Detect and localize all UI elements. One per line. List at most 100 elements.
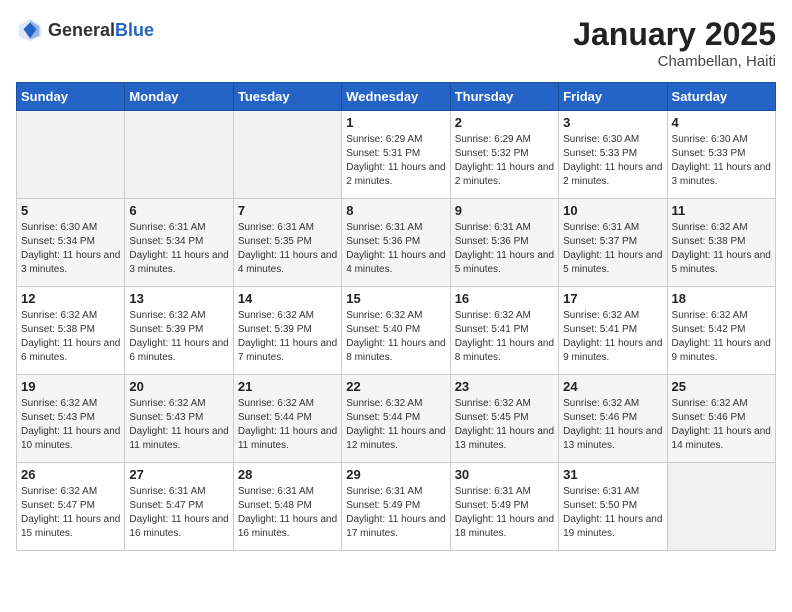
calendar-day-cell: 12 Sunrise: 6:32 AM Sunset: 5:38 PM Dayli… xyxy=(17,287,125,375)
calendar-day-cell: 3 Sunrise: 6:30 AM Sunset: 5:33 PM Daylig… xyxy=(559,111,667,199)
day-number: 7 xyxy=(238,203,337,218)
day-info: Sunrise: 6:32 AM Sunset: 5:44 PM Dayligh… xyxy=(346,397,445,453)
day-number: 11 xyxy=(672,203,771,218)
location-subtitle: Chambellan, Haiti xyxy=(573,53,776,70)
calendar-week-row: 26Sunrise: 6:32 AM Sunset: 5:47 PM Dayli… xyxy=(17,463,776,551)
day-number: 28 xyxy=(238,467,337,482)
day-info: Sunrise: 6:30 AM Sunset: 5:34 PM Dayligh… xyxy=(21,221,120,277)
calendar-day-cell: 9Sunrise: 6:31 AM Sunset: 5:36 PM Daylig… xyxy=(450,199,558,287)
calendar-day-cell: 2 Sunrise: 6:29 AM Sunset: 5:32 PM Daylig… xyxy=(450,111,558,199)
day-number: 4 xyxy=(672,115,771,130)
day-number: 23 xyxy=(455,379,554,394)
day-info: Sunrise: 6:32 AM Sunset: 5:42 PM Dayligh… xyxy=(672,309,771,365)
day-info: Sunrise: 6:31 AM Sunset: 5:50 PM Dayligh… xyxy=(563,485,662,541)
weekday-header: Sunday xyxy=(17,83,125,111)
calendar-day-cell: 31 Sunrise: 6:31 AM Sunset: 5:50 PM Dayli… xyxy=(559,463,667,551)
calendar-day-cell: 6 Sunrise: 6:31 AM Sunset: 5:34 PM Daylig… xyxy=(125,199,233,287)
day-info: Sunrise: 6:32 AM Sunset: 5:39 PM Dayligh… xyxy=(238,309,337,365)
day-info: Sunrise: 6:32 AM Sunset: 5:41 PM Dayligh… xyxy=(563,309,662,365)
logo-text: GeneralBlue xyxy=(48,20,154,41)
day-info: Sunrise: 6:30 AM Sunset: 5:33 PM Dayligh… xyxy=(672,133,771,189)
day-number: 26 xyxy=(21,467,120,482)
day-number: 30 xyxy=(455,467,554,482)
calendar-day-cell: 20 Sunrise: 6:32 AM Sunset: 5:43 PM Dayli… xyxy=(125,375,233,463)
calendar-day-cell: 29 Sunrise: 6:31 AM Sunset: 5:49 PM Dayli… xyxy=(342,463,450,551)
day-number: 25 xyxy=(672,379,771,394)
day-info: Sunrise: 6:32 AM Sunset: 5:40 PM Dayligh… xyxy=(346,309,445,365)
calendar-day-cell: 11 Sunrise: 6:32 AM Sunset: 5:38 PM Dayli… xyxy=(667,199,775,287)
day-info: Sunrise: 6:32 AM Sunset: 5:39 PM Dayligh… xyxy=(129,309,228,365)
calendar-day-cell xyxy=(233,111,341,199)
calendar-day-cell: 7 Sunrise: 6:31 AM Sunset: 5:35 PM Daylig… xyxy=(233,199,341,287)
day-info: Sunrise: 6:30 AM Sunset: 5:33 PM Dayligh… xyxy=(563,133,662,189)
day-info: Sunrise: 6:32 AM Sunset: 5:38 PM Dayligh… xyxy=(672,221,771,277)
day-number: 24 xyxy=(563,379,662,394)
day-number: 31 xyxy=(563,467,662,482)
logo-icon xyxy=(16,16,44,44)
calendar-day-cell: 17Sunrise: 6:32 AM Sunset: 5:41 PM Dayli… xyxy=(559,287,667,375)
day-info: Sunrise: 6:32 AM Sunset: 5:43 PM Dayligh… xyxy=(129,397,228,453)
day-info: Sunrise: 6:32 AM Sunset: 5:41 PM Dayligh… xyxy=(455,309,554,365)
day-info: Sunrise: 6:31 AM Sunset: 5:47 PM Dayligh… xyxy=(129,485,228,541)
day-info: Sunrise: 6:29 AM Sunset: 5:32 PM Dayligh… xyxy=(455,133,554,189)
weekday-header: Friday xyxy=(559,83,667,111)
day-info: Sunrise: 6:32 AM Sunset: 5:45 PM Dayligh… xyxy=(455,397,554,453)
day-number: 27 xyxy=(129,467,228,482)
calendar-day-cell xyxy=(17,111,125,199)
day-info: Sunrise: 6:31 AM Sunset: 5:37 PM Dayligh… xyxy=(563,221,662,277)
calendar-week-row: 19Sunrise: 6:32 AM Sunset: 5:43 PM Dayli… xyxy=(17,375,776,463)
calendar-day-cell xyxy=(125,111,233,199)
weekday-header: Thursday xyxy=(450,83,558,111)
day-info: Sunrise: 6:32 AM Sunset: 5:44 PM Dayligh… xyxy=(238,397,337,453)
day-number: 8 xyxy=(346,203,445,218)
day-number: 15 xyxy=(346,291,445,306)
calendar-day-cell: 22Sunrise: 6:32 AM Sunset: 5:44 PM Dayli… xyxy=(342,375,450,463)
calendar-day-cell: 27 Sunrise: 6:31 AM Sunset: 5:47 PM Dayli… xyxy=(125,463,233,551)
day-number: 10 xyxy=(563,203,662,218)
logo: GeneralBlue xyxy=(16,16,154,44)
calendar-day-cell: 1 Sunrise: 6:29 AM Sunset: 5:31 PM Daylig… xyxy=(342,111,450,199)
day-info: Sunrise: 6:32 AM Sunset: 5:46 PM Dayligh… xyxy=(563,397,662,453)
calendar-day-cell: 24 Sunrise: 6:32 AM Sunset: 5:46 PM Dayli… xyxy=(559,375,667,463)
title-block: January 2025 Chambellan, Haiti xyxy=(573,16,776,70)
month-year-title: January 2025 xyxy=(573,16,776,53)
weekday-header: Monday xyxy=(125,83,233,111)
day-number: 5 xyxy=(21,203,120,218)
day-info: Sunrise: 6:32 AM Sunset: 5:38 PM Dayligh… xyxy=(21,309,120,365)
day-number: 21 xyxy=(238,379,337,394)
day-number: 14 xyxy=(238,291,337,306)
weekday-header: Saturday xyxy=(667,83,775,111)
day-info: Sunrise: 6:32 AM Sunset: 5:43 PM Dayligh… xyxy=(21,397,120,453)
weekday-header: Wednesday xyxy=(342,83,450,111)
day-number: 3 xyxy=(563,115,662,130)
calendar-week-row: 5 Sunrise: 6:30 AM Sunset: 5:34 PM Daylig… xyxy=(17,199,776,287)
day-number: 1 xyxy=(346,115,445,130)
calendar-day-cell: 21 Sunrise: 6:32 AM Sunset: 5:44 PM Dayli… xyxy=(233,375,341,463)
calendar-day-cell: 28 Sunrise: 6:31 AM Sunset: 5:48 PM Dayli… xyxy=(233,463,341,551)
day-number: 6 xyxy=(129,203,228,218)
day-number: 2 xyxy=(455,115,554,130)
day-info: Sunrise: 6:32 AM Sunset: 5:46 PM Dayligh… xyxy=(672,397,771,453)
calendar-day-cell: 18Sunrise: 6:32 AM Sunset: 5:42 PM Dayli… xyxy=(667,287,775,375)
calendar-day-cell: 19Sunrise: 6:32 AM Sunset: 5:43 PM Dayli… xyxy=(17,375,125,463)
calendar-table: SundayMondayTuesdayWednesdayThursdayFrid… xyxy=(16,82,776,551)
weekday-header: Tuesday xyxy=(233,83,341,111)
day-number: 12 xyxy=(21,291,120,306)
day-info: Sunrise: 6:31 AM Sunset: 5:49 PM Dayligh… xyxy=(346,485,445,541)
calendar-day-cell: 5 Sunrise: 6:30 AM Sunset: 5:34 PM Daylig… xyxy=(17,199,125,287)
calendar-day-cell: 13Sunrise: 6:32 AM Sunset: 5:39 PM Dayli… xyxy=(125,287,233,375)
day-info: Sunrise: 6:31 AM Sunset: 5:35 PM Dayligh… xyxy=(238,221,337,277)
calendar-week-row: 1 Sunrise: 6:29 AM Sunset: 5:31 PM Daylig… xyxy=(17,111,776,199)
day-number: 9 xyxy=(455,203,554,218)
day-info: Sunrise: 6:31 AM Sunset: 5:48 PM Dayligh… xyxy=(238,485,337,541)
day-info: Sunrise: 6:29 AM Sunset: 5:31 PM Dayligh… xyxy=(346,133,445,189)
calendar-day-cell: 8 Sunrise: 6:31 AM Sunset: 5:36 PM Daylig… xyxy=(342,199,450,287)
day-number: 16 xyxy=(455,291,554,306)
calendar-day-cell: 14 Sunrise: 6:32 AM Sunset: 5:39 PM Dayli… xyxy=(233,287,341,375)
calendar-week-row: 12 Sunrise: 6:32 AM Sunset: 5:38 PM Dayli… xyxy=(17,287,776,375)
day-number: 20 xyxy=(129,379,228,394)
day-info: Sunrise: 6:31 AM Sunset: 5:36 PM Dayligh… xyxy=(346,221,445,277)
calendar-day-cell: 4 Sunrise: 6:30 AM Sunset: 5:33 PM Daylig… xyxy=(667,111,775,199)
day-info: Sunrise: 6:31 AM Sunset: 5:34 PM Dayligh… xyxy=(129,221,228,277)
day-number: 29 xyxy=(346,467,445,482)
